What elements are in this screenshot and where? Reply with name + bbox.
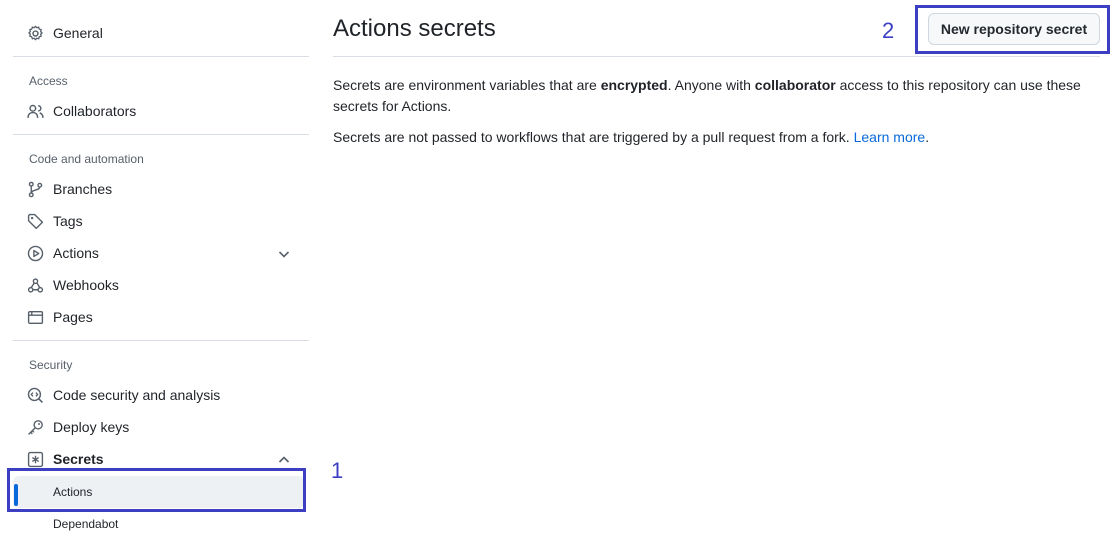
sidebar-divider (13, 134, 309, 135)
git-branch-icon (28, 181, 43, 198)
webhook-icon (27, 278, 44, 293)
sidebar-item-deploy-keys[interactable]: Deploy keys (13, 411, 309, 443)
description-text: Secrets are environment variables that a… (333, 77, 601, 93)
sidebar-item-webhooks[interactable]: Webhooks (13, 269, 309, 301)
section-heading-access: Access (29, 74, 68, 88)
active-indicator (14, 484, 18, 506)
sidebar-item-label: General (53, 25, 103, 41)
sidebar-item-label: Actions (53, 245, 99, 261)
learn-more-link[interactable]: Learn more (854, 129, 926, 145)
sidebar-item-label: Tags (53, 213, 83, 229)
sidebar-item-label: Code security and analysis (53, 387, 221, 403)
description-emphasis-encrypted: encrypted (600, 77, 668, 93)
notice-text: Secrets are not passed to workflows that… (333, 129, 854, 145)
sidebar-item-actions[interactable]: Actions (13, 237, 309, 269)
tag-icon (27, 213, 44, 230)
gear-icon (28, 25, 43, 41)
new-repository-secret-button[interactable]: New repository secret (928, 13, 1100, 45)
annotation-number-1: 1 (331, 458, 344, 483)
sidebar-divider (13, 56, 309, 57)
sidebar-item-tags[interactable]: Tags (13, 205, 309, 237)
sidebar-subitem-label: Actions (53, 485, 93, 499)
sidebar-subitem-actions[interactable]: Actions (13, 476, 305, 508)
key-icon (28, 420, 43, 435)
page-title: Actions secrets (333, 15, 496, 42)
chevron-up-icon[interactable] (277, 453, 291, 467)
codescan-icon (27, 387, 43, 403)
people-icon (27, 104, 44, 118)
sidebar-subitem-dependabot[interactable]: Dependabot (13, 508, 305, 540)
sidebar-item-label: Collaborators (53, 103, 137, 119)
sidebar-item-label: Pages (53, 309, 93, 325)
sidebar-item-label: Secrets (53, 451, 104, 467)
description-emphasis-collaborator: collaborator (754, 77, 836, 93)
asterisk-icon (27, 451, 44, 468)
play-icon (27, 245, 44, 262)
sidebar-item-label: Webhooks (53, 277, 119, 293)
sidebar-item-secrets[interactable]: Secrets (13, 443, 309, 475)
sidebar-item-pages[interactable]: Pages (13, 301, 309, 333)
sidebar-subitem-label: Dependabot (53, 517, 119, 531)
sidebar-item-label: Deploy keys (53, 419, 130, 435)
annotation-number-2: 2 (882, 18, 895, 43)
section-heading-security: Security (29, 358, 73, 372)
section-heading-code-automation: Code and automation (29, 152, 144, 166)
sidebar-divider (13, 340, 309, 341)
browser-icon (27, 310, 44, 325)
secrets-description: Secrets are environment variables that a… (333, 75, 1093, 117)
fork-notice: Secrets are not passed to workflows that… (333, 127, 1093, 148)
settings-sidebar: General Access Collaborators Code and au… (13, 0, 309, 541)
notice-text: . (925, 129, 930, 145)
title-divider (333, 56, 1100, 57)
sidebar-item-branches[interactable]: Branches (13, 173, 309, 205)
sidebar-item-collaborators[interactable]: Collaborators (13, 95, 309, 127)
description-text: . Anyone with (667, 77, 755, 93)
sidebar-item-label: Branches (53, 181, 113, 197)
sidebar-item-general[interactable]: General (13, 17, 309, 49)
chevron-down-icon[interactable] (277, 247, 291, 261)
sidebar-item-code-security[interactable]: Code security and analysis (13, 379, 309, 411)
